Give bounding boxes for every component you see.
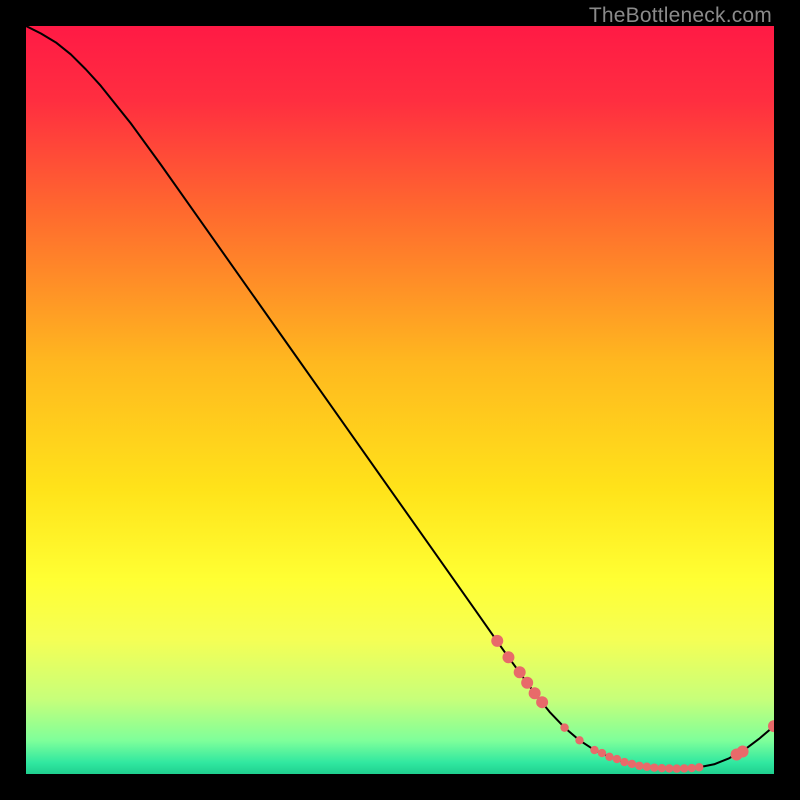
data-point xyxy=(613,755,621,763)
data-point xyxy=(502,651,514,663)
data-point xyxy=(635,762,643,770)
data-point xyxy=(560,723,568,731)
data-point xyxy=(605,753,613,761)
bottleneck-curve-chart xyxy=(26,26,774,774)
chart-frame: TheBottleneck.com xyxy=(0,0,800,800)
gradient-background xyxy=(26,26,774,774)
data-point xyxy=(598,749,606,757)
data-point xyxy=(491,635,503,647)
data-point xyxy=(737,746,749,758)
data-point xyxy=(665,764,673,772)
data-point xyxy=(643,763,651,771)
plot-area xyxy=(26,26,774,774)
data-point xyxy=(688,764,696,772)
data-point xyxy=(673,764,681,772)
data-point xyxy=(650,763,658,771)
data-point xyxy=(590,746,598,754)
watermark-text: TheBottleneck.com xyxy=(589,4,772,28)
data-point xyxy=(536,696,548,708)
data-point xyxy=(658,764,666,772)
data-point xyxy=(620,758,628,766)
data-point xyxy=(628,760,636,768)
data-point xyxy=(521,677,533,689)
data-point xyxy=(514,666,526,678)
data-point xyxy=(680,764,688,772)
data-point xyxy=(575,736,583,744)
data-point xyxy=(695,763,703,771)
